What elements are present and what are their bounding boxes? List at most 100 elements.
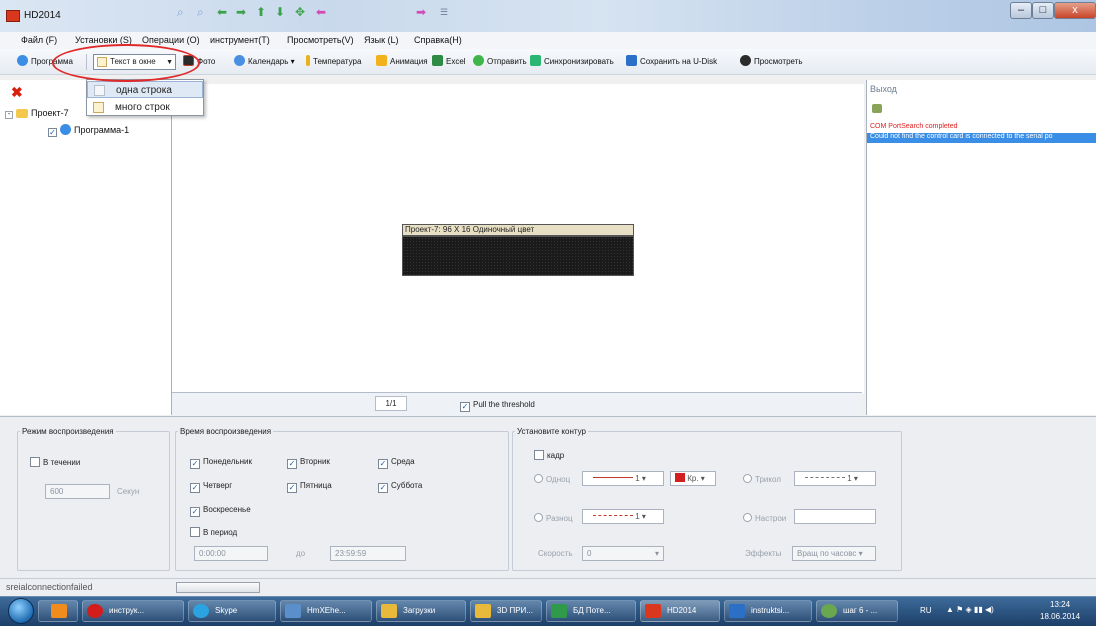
menu-item-single-line[interactable]: одна строка (87, 81, 203, 98)
color-select[interactable]: Кр. ▾ (670, 471, 716, 486)
clear-icon[interactable] (872, 104, 882, 113)
zoom-out-icon[interactable]: ⌕ (197, 5, 204, 19)
checkbox[interactable]: ✓ (190, 507, 200, 517)
checkbox[interactable]: ✓ (190, 459, 200, 469)
during-option[interactable]: В течении (30, 457, 80, 467)
taskbar-task[interactable]: Skype (188, 600, 276, 622)
taskbar-task[interactable]: instruktsi... (724, 600, 812, 622)
threshold-option[interactable]: ✓ Pull the threshold (460, 400, 535, 412)
day-saturday[interactable]: ✓ Суббота (378, 481, 422, 493)
tricolor-line-select[interactable]: 1 ▾ (794, 471, 876, 486)
checkbox[interactable]: ✓ (378, 483, 388, 493)
multi-line-select[interactable]: 1 ▾ (582, 509, 664, 524)
minimize-button[interactable]: – (1010, 2, 1032, 19)
single-line-select[interactable]: 1 ▾ (582, 471, 664, 486)
maximize-button[interactable]: □ (1032, 2, 1054, 19)
checkbox[interactable]: ✓ (287, 483, 297, 493)
tree-item-program[interactable]: ✓ Программа-1 (48, 124, 129, 137)
temperature-button[interactable]: Температура (306, 55, 361, 69)
zoom-in-icon[interactable]: ⌕ (177, 5, 184, 19)
arrow-up-icon[interactable]: ⬆ (256, 5, 266, 19)
menu-item-multi-line[interactable]: много строк (87, 99, 203, 116)
time-to-input[interactable]: 23:59:59 (330, 546, 406, 561)
animation-icon (376, 55, 387, 66)
play-icon (740, 55, 751, 66)
taskbar-task[interactable]: HmXEhe... (280, 600, 372, 622)
language-indicator[interactable]: RU (920, 606, 932, 615)
frame-checkbox[interactable] (534, 450, 544, 460)
arrow-left-icon[interactable]: ⬅ (217, 5, 227, 19)
arrow-down-icon[interactable]: ⬇ (275, 5, 285, 19)
prev-page-icon[interactable]: ⬅ (316, 5, 326, 19)
send-button[interactable]: Отправить (473, 55, 527, 69)
taskbar-task[interactable]: шаг 6 - ... (816, 600, 898, 622)
day-label: Понедельник (203, 457, 252, 466)
contour-title: Установите контур (515, 427, 588, 436)
taskbar-task[interactable]: БД Поте... (546, 600, 636, 622)
menu-file[interactable]: Файл (F) (21, 35, 57, 45)
during-checkbox[interactable] (30, 457, 40, 467)
checkbox[interactable]: ✓ (190, 483, 200, 493)
tree-item-project[interactable]: - Проект-7 (5, 108, 69, 119)
menu-operations[interactable]: Операции (O) (142, 35, 200, 45)
thermometer-icon (306, 55, 310, 66)
preview-button[interactable]: Просмотреть (740, 55, 803, 69)
frame-option[interactable]: кадр (534, 450, 564, 460)
move-icon[interactable]: ✥ (295, 5, 305, 19)
menu-tools[interactable]: инструмент(T) (210, 35, 270, 45)
calendar-button[interactable]: Календарь ▾ (234, 55, 295, 69)
single-color-option[interactable]: Одноц (534, 474, 570, 484)
taskbar-task[interactable]: 3D ПРИ... (470, 600, 542, 622)
start-button[interactable] (8, 598, 34, 624)
checkbox[interactable]: ✓ (378, 459, 388, 469)
arrow-right-icon[interactable]: ➡ (236, 5, 246, 19)
effects-select[interactable]: Вращ по часовс ▾ (792, 546, 876, 561)
day-tuesday[interactable]: ✓ Вторник (287, 457, 330, 469)
seconds-input[interactable]: 600 (45, 484, 110, 499)
custom-input[interactable] (794, 509, 876, 524)
custom-radio[interactable] (743, 513, 752, 522)
multi-color-radio[interactable] (534, 513, 543, 522)
day-sunday[interactable]: ✓ Воскресенье (190, 505, 251, 517)
time-from-input[interactable]: 0:00:00 (194, 546, 268, 561)
period-option[interactable]: В период (190, 527, 237, 537)
menu-view[interactable]: Просмотреть(V) (287, 35, 354, 45)
collapse-icon[interactable]: - (5, 111, 13, 119)
day-monday[interactable]: ✓ Понедельник (190, 457, 252, 469)
program-checkbox[interactable]: ✓ (48, 128, 57, 137)
speed-select[interactable]: 0 ▾ (582, 546, 664, 561)
menu-language[interactable]: Язык (L) (364, 35, 399, 45)
custom-option[interactable]: Настрои (743, 513, 786, 523)
period-checkbox[interactable] (190, 527, 200, 537)
tricolor-option[interactable]: Трикол (743, 474, 781, 484)
tray-icons[interactable]: ▲ ⚑ ◈ ▮▮ ◀) (946, 605, 994, 614)
taskbar-task[interactable]: Загрузки (376, 600, 466, 622)
close-button[interactable]: x (1054, 2, 1096, 19)
multi-color-label: Разноц (546, 514, 573, 523)
day-wednesday[interactable]: ✓ Среда (378, 457, 415, 469)
calendar-label: Календарь (248, 57, 289, 66)
folder-icon (475, 604, 491, 618)
sync-button[interactable]: Синхронизировать (530, 55, 614, 69)
taskbar-media[interactable] (38, 600, 78, 622)
single-color-radio[interactable] (534, 474, 543, 483)
day-thursday[interactable]: ✓ Четверг (190, 481, 232, 493)
tricolor-value: 1 (847, 474, 852, 483)
tricolor-radio[interactable] (743, 474, 752, 483)
task-label: инструк... (109, 606, 145, 615)
taskbar-task-active[interactable]: HD2014 (640, 600, 720, 622)
clock-time[interactable]: 13:24 (1050, 600, 1070, 609)
save-udisk-button[interactable]: Сохранить на U-Disk (626, 55, 717, 69)
menu-help[interactable]: Справка(H) (414, 35, 462, 45)
excel-button[interactable]: Excel (432, 55, 466, 69)
taskbar-task[interactable]: инструк... (82, 600, 184, 622)
threshold-checkbox[interactable]: ✓ (460, 402, 470, 412)
next-page-icon[interactable]: ➡ (416, 5, 426, 19)
day-friday[interactable]: ✓ Пятница (287, 481, 332, 493)
program-icon (17, 55, 28, 66)
list-icon[interactable]: ☰ (440, 5, 448, 19)
multi-color-option[interactable]: Разноц (534, 513, 573, 523)
checkbox[interactable]: ✓ (287, 459, 297, 469)
animation-button[interactable]: Анимация (376, 55, 428, 69)
close-icon[interactable]: ✖ (11, 84, 23, 101)
